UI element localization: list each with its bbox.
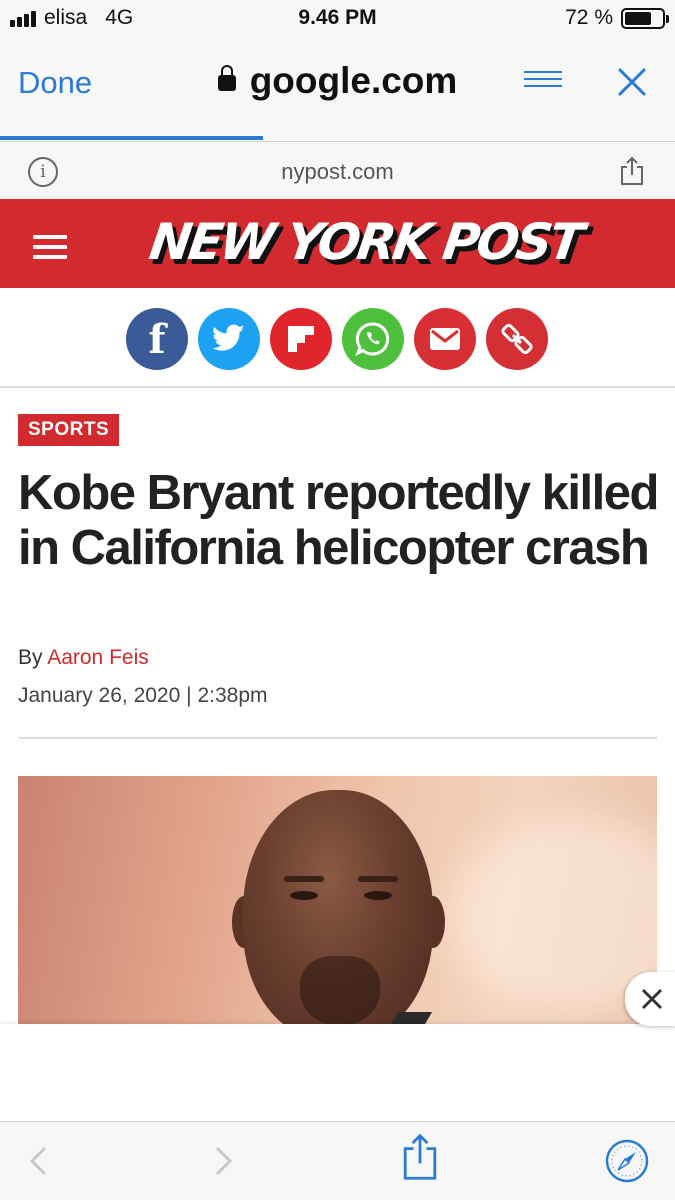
email-share-button[interactable] (414, 308, 476, 370)
menu-icon[interactable] (33, 235, 67, 259)
amp-site-bar: i nypost.com (0, 141, 675, 199)
divider (0, 386, 675, 388)
dateline: January 26, 2020 | 2:38pm (18, 684, 268, 708)
browser-nav-bar: Done google.com (0, 40, 675, 140)
byline: By Aaron Feis (18, 646, 149, 670)
open-in-safari-button[interactable] (602, 1136, 652, 1186)
share-icon[interactable] (619, 156, 645, 186)
load-progress-bar (0, 136, 675, 140)
section-tag[interactable]: SPORTS (18, 414, 120, 446)
article-headline: Kobe Bryant reportedly killed in Califor… (18, 466, 659, 575)
domain-text: google.com (249, 60, 458, 101)
battery-level (625, 11, 651, 25)
chevron-right-icon (215, 1146, 233, 1176)
site-url[interactable]: nypost.com (0, 159, 675, 185)
lock-icon (217, 65, 236, 91)
facebook-icon: f (148, 315, 166, 363)
status-bar: elisa 4G 9.46 PM 72 % (0, 0, 675, 40)
status-right: 72 % (565, 6, 669, 30)
divider (18, 737, 657, 739)
share-buttons: f (126, 308, 548, 370)
load-progress-fill (0, 136, 264, 140)
address-domain[interactable]: google.com (0, 60, 675, 102)
forward-button[interactable] (198, 1136, 248, 1186)
ad-close-button[interactable] (625, 972, 675, 1026)
reader-mode-icon[interactable] (524, 71, 562, 95)
close-icon[interactable] (615, 65, 649, 99)
link-icon (501, 323, 533, 355)
ad-banner (0, 1024, 675, 1121)
email-icon (430, 328, 460, 350)
back-button[interactable] (14, 1136, 64, 1186)
date-separator: | (186, 684, 192, 707)
article-photo[interactable] (18, 776, 657, 1024)
twitter-share-button[interactable] (198, 308, 260, 370)
copy-link-button[interactable] (486, 308, 548, 370)
facebook-share-button[interactable]: f (126, 308, 188, 370)
flipboard-icon (288, 326, 314, 352)
publish-time: 2:38pm (197, 684, 268, 707)
publish-date: January 26, 2020 (18, 684, 181, 707)
battery-icon (621, 7, 669, 29)
whatsapp-icon (355, 322, 390, 357)
flipboard-share-button[interactable] (270, 308, 332, 370)
author-link[interactable]: Aaron Feis (47, 646, 149, 669)
byline-prefix: By (18, 646, 43, 669)
browser-toolbar (0, 1121, 675, 1200)
twitter-icon (212, 324, 246, 351)
site-logo[interactable]: NEW YORK POST (146, 213, 585, 271)
chevron-left-icon (29, 1146, 47, 1176)
site-header: NEW YORK POST (0, 199, 675, 288)
share-button[interactable] (395, 1132, 445, 1182)
whatsapp-share-button[interactable] (342, 308, 404, 370)
close-icon (641, 988, 663, 1010)
battery-percent: 72 % (565, 6, 613, 29)
